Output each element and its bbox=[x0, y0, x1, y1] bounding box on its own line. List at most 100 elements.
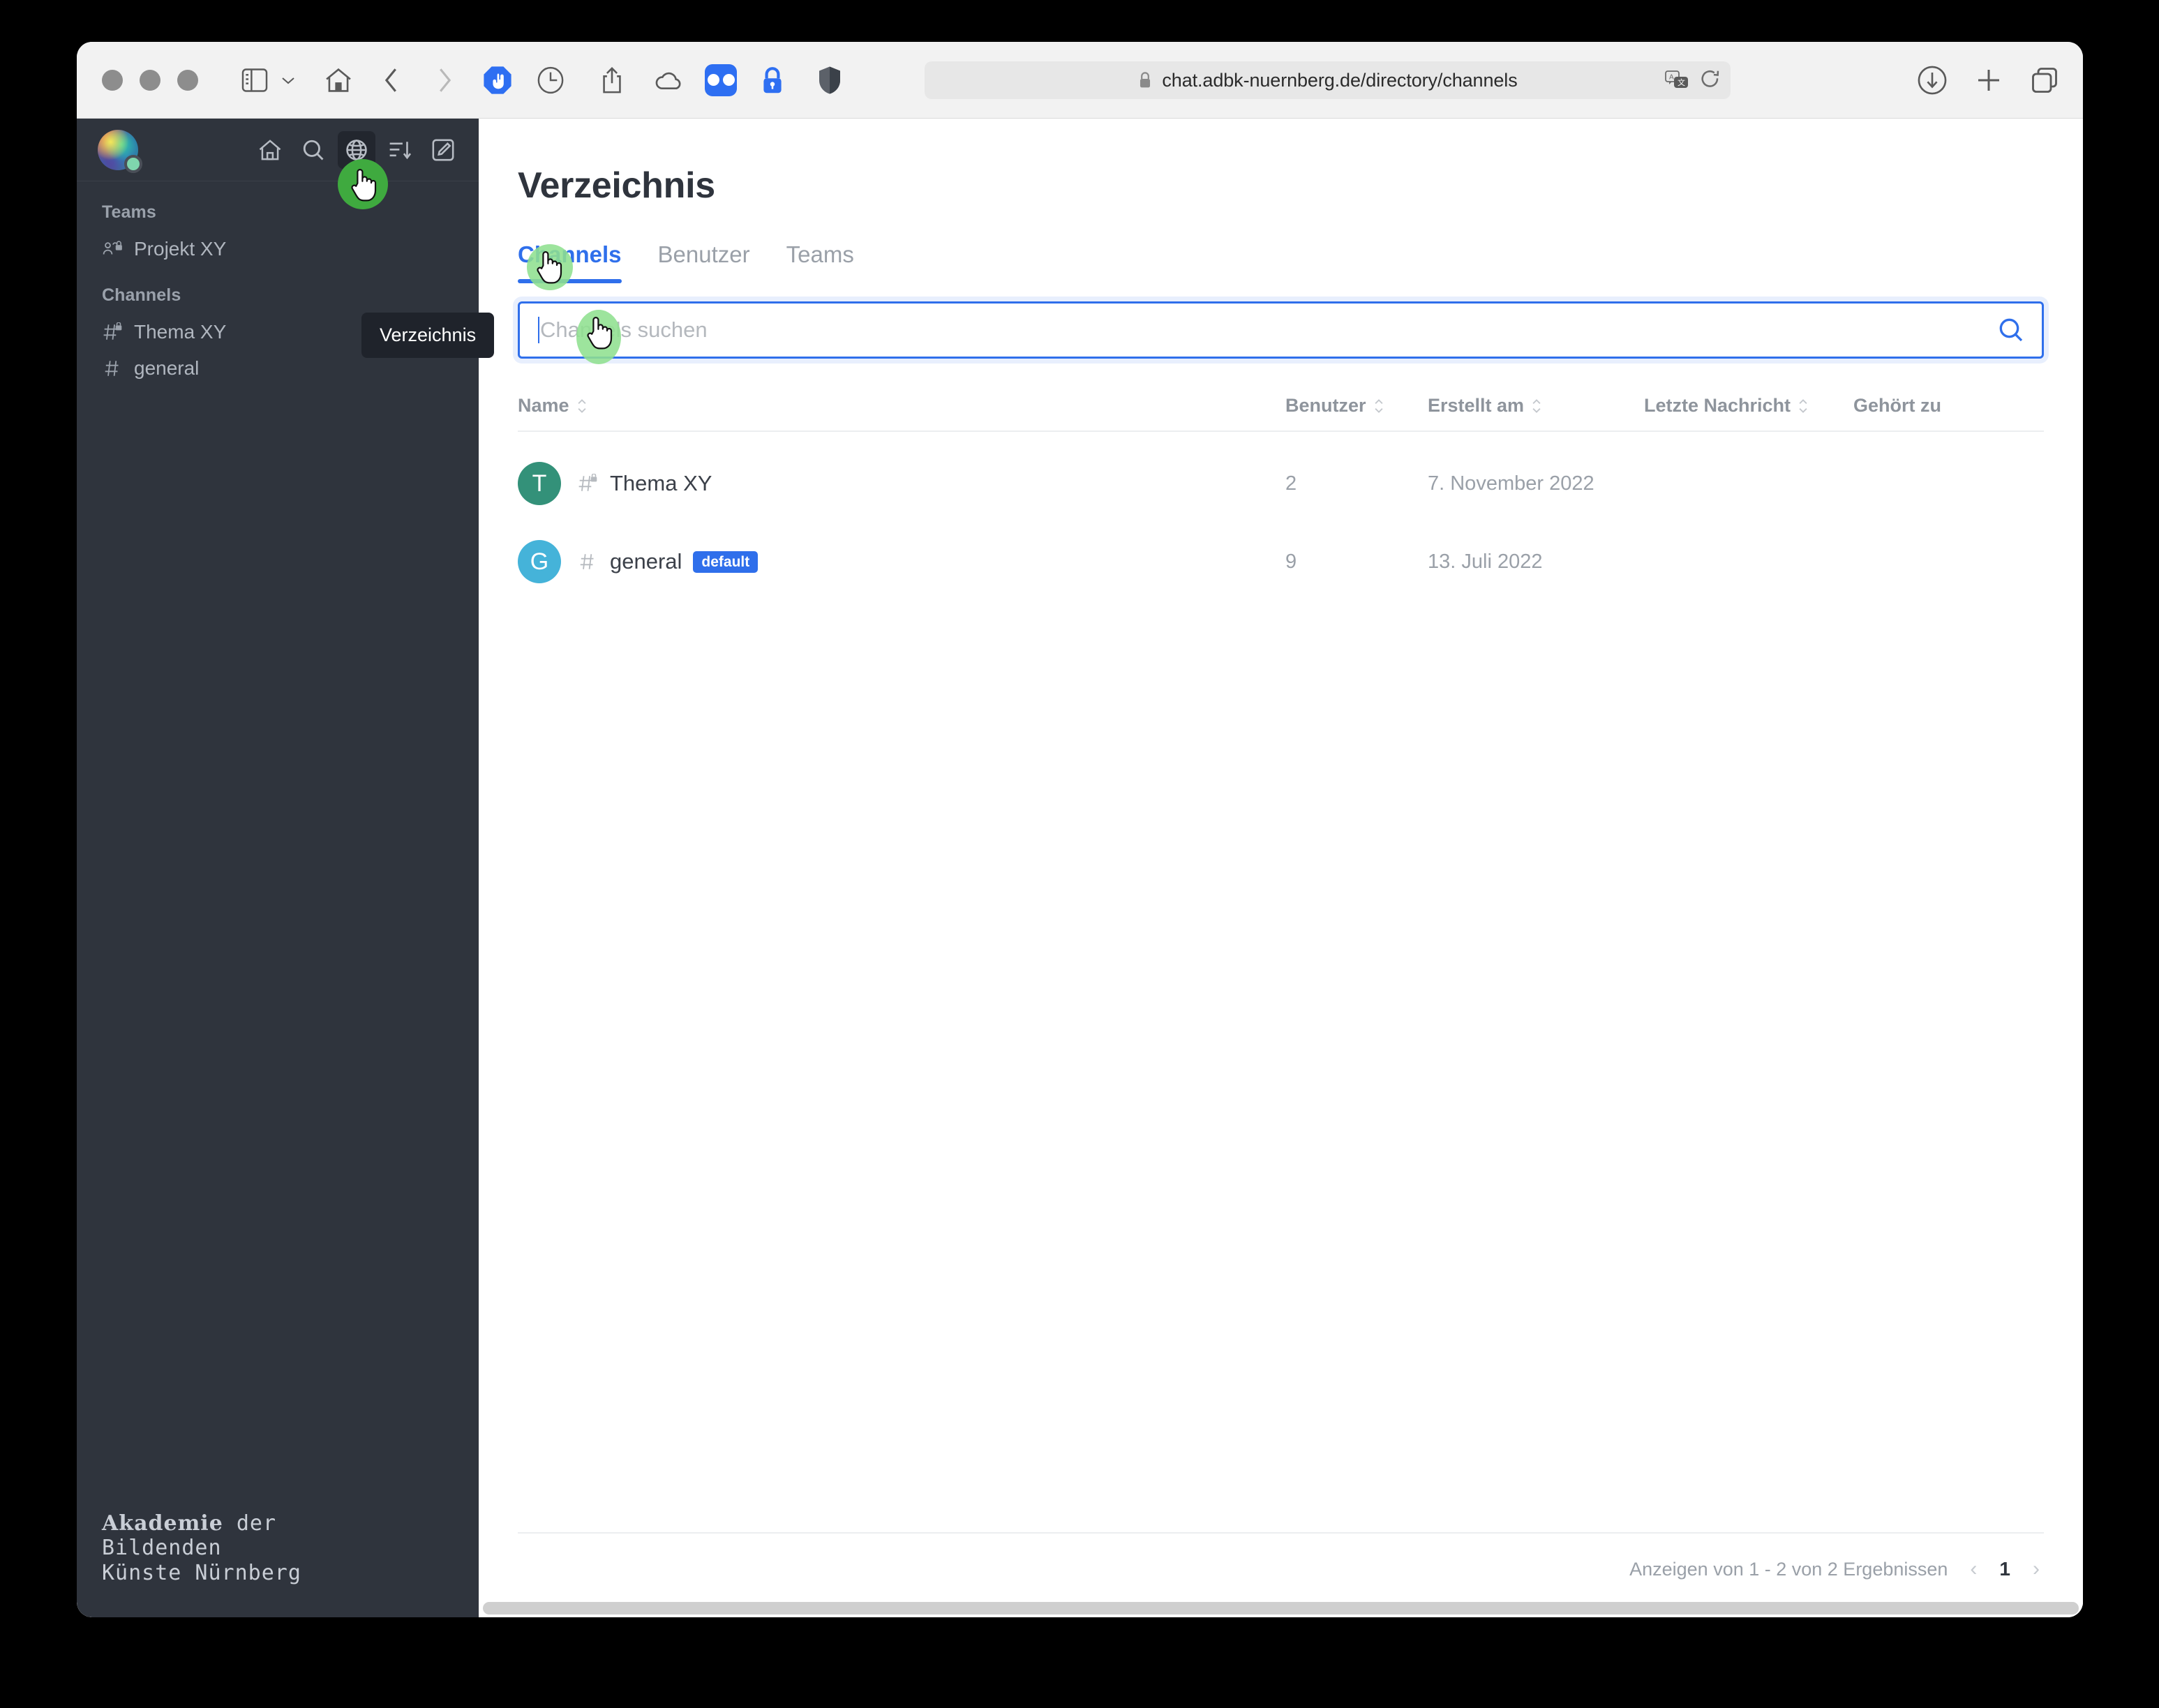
column-header-letzte-nachricht[interactable]: Letzte Nachricht bbox=[1644, 395, 1853, 417]
avatar: G bbox=[518, 540, 561, 583]
status-badge bbox=[124, 154, 142, 173]
avatar: T bbox=[518, 462, 561, 505]
logo-line-3: Künste Nürnberg bbox=[102, 1560, 301, 1585]
pagination: Anzeigen von 1 - 2 von 2 Ergebnissen ‹ 1… bbox=[518, 1532, 2044, 1599]
app-body: Teams Projekt XY Channels Thema XY gener… bbox=[77, 119, 2083, 1617]
new-tab-icon[interactable] bbox=[1974, 66, 2003, 95]
row-name-cell: T Thema XY bbox=[518, 462, 1285, 505]
password-manager-icon[interactable] bbox=[705, 63, 737, 96]
organization-logo: Akademie der Bildenden Künste Nürnberg bbox=[77, 1511, 479, 1617]
shield-icon[interactable] bbox=[808, 59, 851, 102]
browser-window: chat.adbk-nuernberg.de/directory/channel… bbox=[77, 42, 2083, 1617]
logo-word-akademie: Akademie bbox=[102, 1511, 223, 1536]
minimize-button[interactable] bbox=[140, 69, 160, 91]
horizontal-scrollbar[interactable] bbox=[479, 1599, 2083, 1617]
directory-tooltip: Verzeichnis bbox=[361, 313, 495, 358]
cell-created: 7. November 2022 bbox=[1428, 472, 1594, 495]
sidebar-section-channels: Channels bbox=[102, 285, 181, 305]
table-row[interactable]: T Thema XY 2 7. November 2022 bbox=[518, 444, 2044, 523]
table-row[interactable]: G general default 9 13. Juli 2022 bbox=[518, 523, 2044, 601]
share-icon[interactable] bbox=[590, 59, 634, 102]
search-icon[interactable] bbox=[1997, 316, 2025, 344]
cell-users: 9 bbox=[1285, 550, 1297, 573]
home-icon[interactable] bbox=[317, 59, 360, 102]
column-header-label: Benutzer bbox=[1285, 395, 1366, 416]
hash-icon bbox=[102, 357, 124, 380]
team-private-icon bbox=[102, 238, 124, 260]
home-icon[interactable] bbox=[251, 131, 289, 169]
browser-toolbar: chat.adbk-nuernberg.de/directory/channel… bbox=[77, 42, 2083, 119]
url-text: chat.adbk-nuernberg.de/directory/channel… bbox=[1162, 69, 1518, 91]
channels-table: Name Benutzer Erstellt am Letzte Nachric… bbox=[518, 395, 2044, 1599]
sidebar-item-label: general bbox=[134, 357, 200, 379]
svg-text:文: 文 bbox=[1678, 77, 1685, 87]
logo-word-der: der bbox=[223, 1511, 277, 1536]
tab-teams[interactable]: Teams bbox=[786, 241, 854, 283]
avatar-letter: T bbox=[532, 470, 547, 497]
sidebar-item-label: Projekt XY bbox=[134, 238, 227, 260]
zoom-button[interactable] bbox=[177, 69, 198, 91]
cloud-icon[interactable] bbox=[648, 59, 691, 102]
close-button[interactable] bbox=[102, 69, 123, 91]
reload-icon[interactable] bbox=[1700, 69, 1721, 91]
tab-benutzer[interactable]: Benutzer bbox=[658, 241, 750, 283]
lock-icon bbox=[1137, 71, 1153, 89]
column-header-name[interactable]: Name bbox=[518, 395, 1285, 417]
row-name-cell: G general default bbox=[518, 540, 1285, 583]
column-header-benutzer[interactable]: Benutzer bbox=[1285, 395, 1428, 417]
sidebar-item-projekt-xy[interactable]: Projekt XY bbox=[77, 231, 479, 267]
forward-icon[interactable] bbox=[423, 59, 466, 102]
logo-line-2: Bildenden bbox=[102, 1536, 222, 1561]
sort-icon bbox=[1798, 398, 1809, 414]
search-placeholder: Channels suchen bbox=[540, 317, 708, 342]
globe-icon[interactable] bbox=[338, 130, 375, 169]
results-count: Anzeigen von 1 - 2 von 2 Ergebnissen bbox=[1629, 1558, 1948, 1580]
url-bar[interactable]: chat.adbk-nuernberg.de/directory/channel… bbox=[925, 61, 1731, 99]
column-header-label: Name bbox=[518, 395, 569, 416]
channel-name: Thema XY bbox=[610, 471, 712, 495]
tab-channels[interactable]: Channels bbox=[518, 241, 622, 283]
channel-name: general bbox=[610, 549, 682, 574]
tab-bar: Channels Benutzer Teams bbox=[518, 241, 2044, 283]
sidebar-actions bbox=[251, 130, 462, 169]
sort-icon bbox=[576, 398, 588, 414]
main-content: Verzeichnis Channels Benutzer Teams Chan… bbox=[479, 119, 2083, 1617]
table-header-row: Name Benutzer Erstellt am Letzte Nachric… bbox=[518, 395, 2044, 432]
svg-text:A: A bbox=[1669, 74, 1674, 82]
search-icon[interactable] bbox=[294, 131, 332, 169]
tab-overview-icon[interactable] bbox=[2030, 66, 2059, 95]
sidebar-toggle-icon[interactable] bbox=[233, 59, 276, 102]
scrollbar-thumb[interactable] bbox=[483, 1602, 2079, 1615]
column-header-gehoert-zu[interactable]: Gehört zu bbox=[1853, 395, 2044, 417]
avatar-letter: G bbox=[530, 548, 549, 575]
column-header-erstellt-am[interactable]: Erstellt am bbox=[1428, 395, 1644, 417]
sidebar-item-label: Thema XY bbox=[134, 321, 227, 343]
search-input[interactable]: Channels suchen bbox=[518, 301, 2044, 359]
compose-icon[interactable] bbox=[424, 131, 462, 169]
search-wrap: Channels suchen bbox=[518, 301, 2044, 359]
translate-icon[interactable]: A 文 bbox=[1665, 70, 1689, 91]
text-caret bbox=[538, 317, 539, 343]
prev-page-button[interactable]: ‹ bbox=[1966, 1557, 1981, 1581]
column-header-label: Letzte Nachricht bbox=[1644, 395, 1791, 416]
hash-icon bbox=[578, 552, 599, 571]
history-icon[interactable] bbox=[529, 59, 572, 102]
column-header-label: Erstellt am bbox=[1428, 395, 1525, 416]
next-page-button[interactable]: › bbox=[2029, 1557, 2044, 1581]
sidebar-topbar bbox=[77, 119, 479, 181]
cell-created: 13. Juli 2022 bbox=[1428, 550, 1543, 573]
column-header-label: Gehört zu bbox=[1853, 395, 1941, 416]
traffic-lights bbox=[102, 69, 198, 91]
hash-private-icon bbox=[578, 474, 599, 493]
back-icon[interactable] bbox=[370, 59, 413, 102]
downloads-icon[interactable] bbox=[1917, 65, 1948, 96]
sidebar: Teams Projekt XY Channels Thema XY gener… bbox=[77, 119, 495, 1617]
adblock-icon[interactable] bbox=[476, 59, 519, 102]
page-title: Verzeichnis bbox=[518, 165, 715, 206]
sort-icon[interactable] bbox=[381, 131, 419, 169]
page-number[interactable]: 1 bbox=[1999, 1558, 2010, 1580]
chevron-down-icon[interactable] bbox=[276, 59, 300, 102]
sort-icon bbox=[1531, 398, 1542, 414]
lock-extension-icon[interactable] bbox=[751, 59, 794, 102]
avatar[interactable] bbox=[98, 129, 142, 173]
